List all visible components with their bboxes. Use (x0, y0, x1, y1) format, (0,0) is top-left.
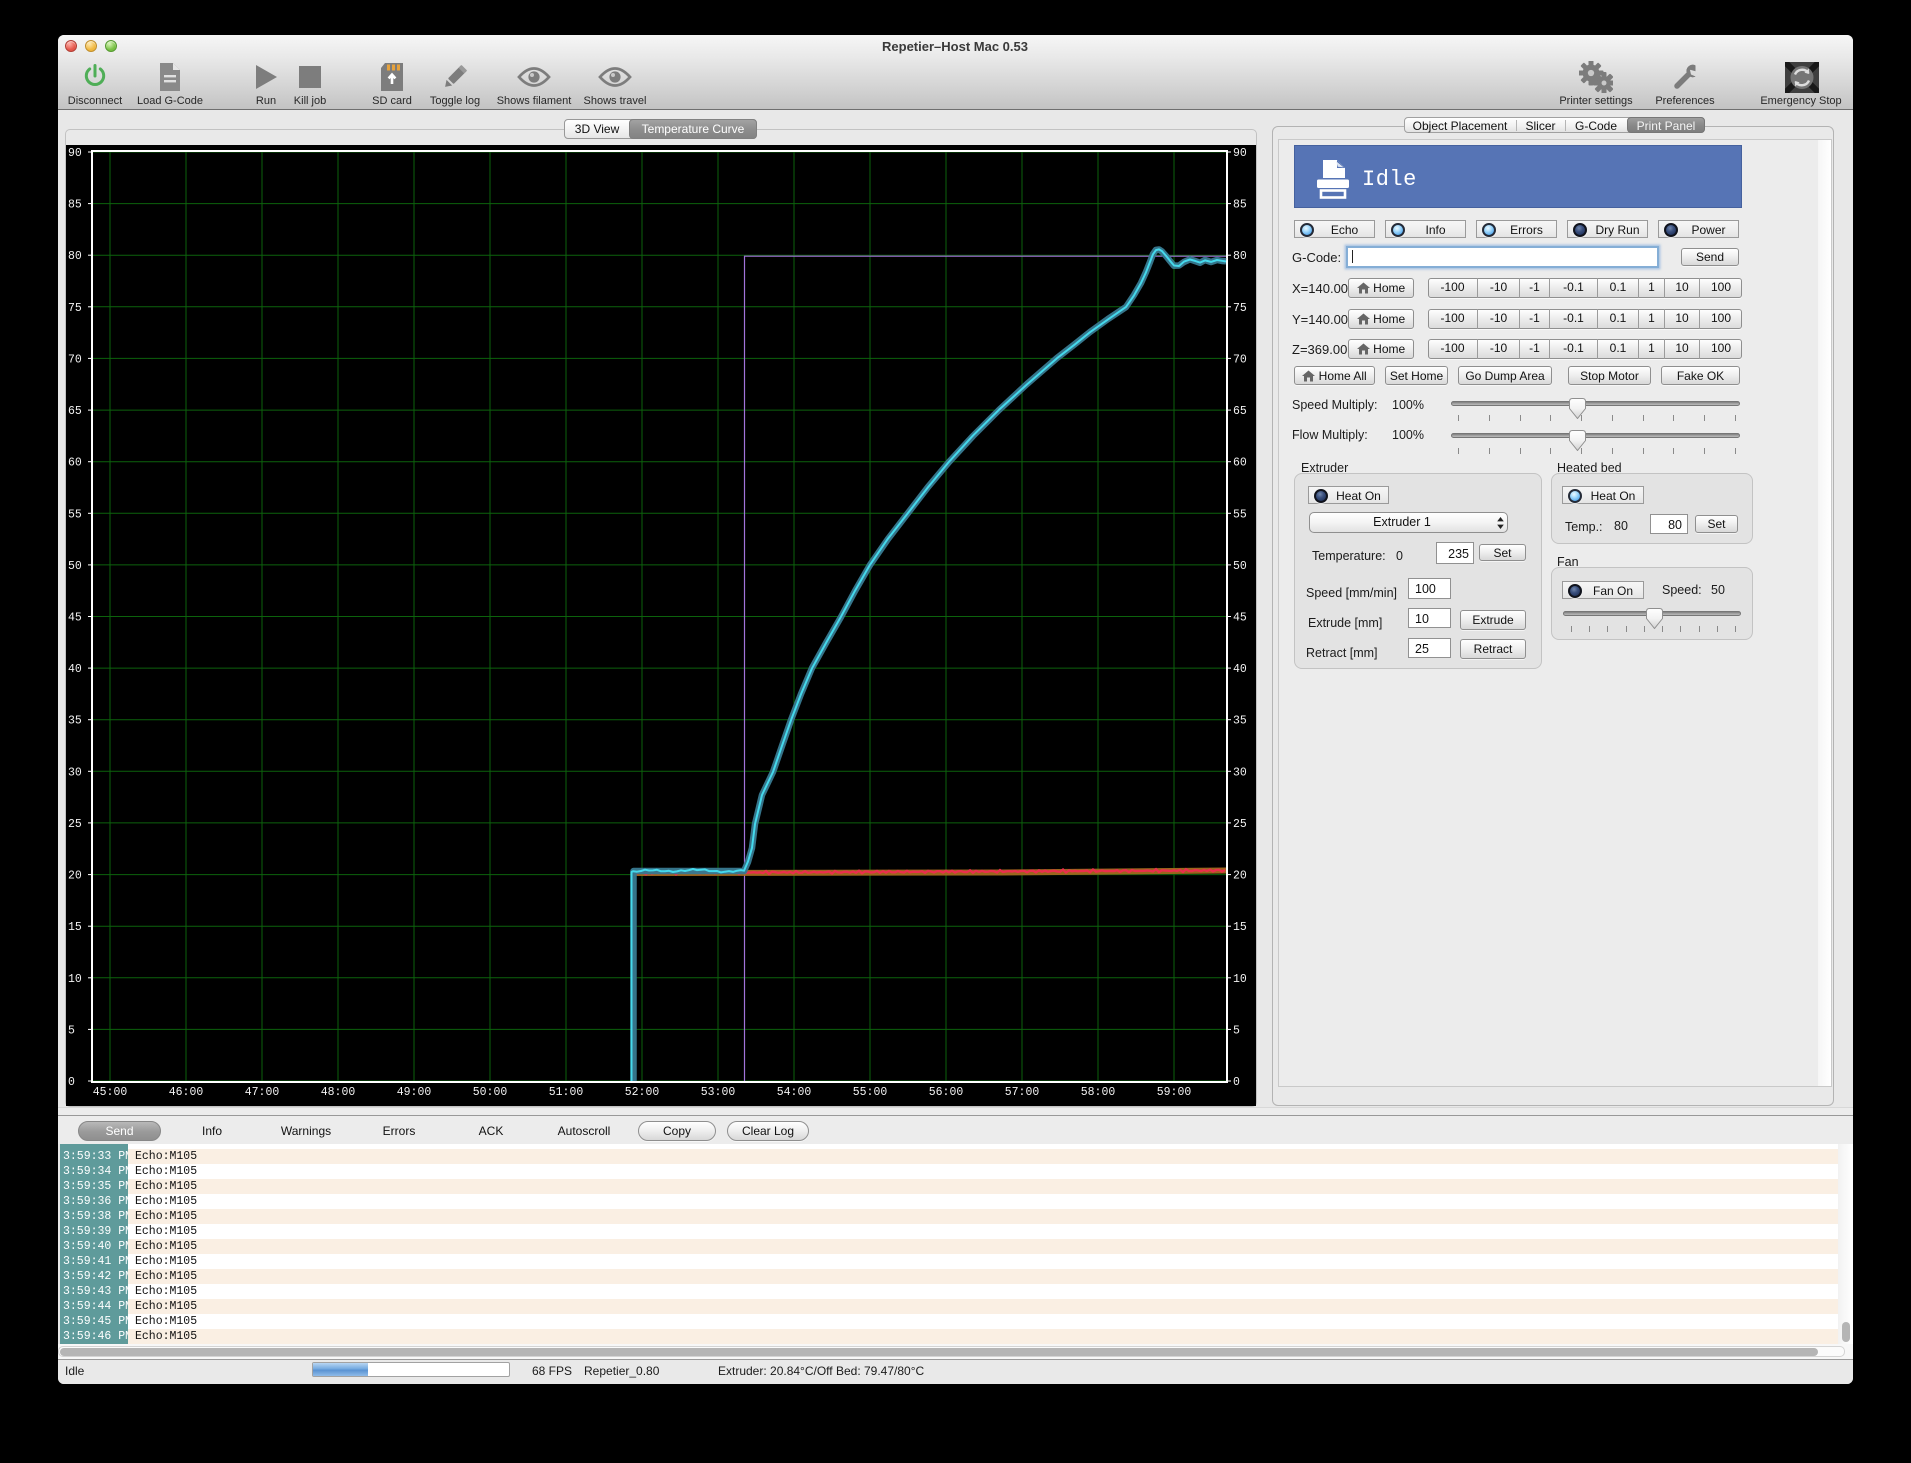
svg-text:48:00: 48:00 (321, 1086, 356, 1099)
svg-text:90: 90 (68, 147, 82, 160)
svg-text:60: 60 (1233, 457, 1247, 470)
svg-text:75: 75 (1233, 302, 1247, 315)
svg-text:65: 65 (1233, 405, 1247, 418)
svg-text:80: 80 (68, 250, 82, 263)
svg-text:85: 85 (1233, 199, 1247, 212)
svg-text:55: 55 (1233, 508, 1247, 521)
svg-text:59:00: 59:00 (1157, 1086, 1192, 1099)
svg-text:30: 30 (1233, 766, 1247, 779)
svg-text:15: 15 (1233, 921, 1247, 934)
svg-text:75: 75 (68, 302, 82, 315)
svg-text:0: 0 (1233, 1076, 1240, 1089)
svg-text:45: 45 (68, 612, 82, 625)
svg-text:57:00: 57:00 (1005, 1086, 1040, 1099)
svg-text:52:00: 52:00 (625, 1086, 660, 1099)
svg-text:25: 25 (68, 818, 82, 831)
svg-text:49:00: 49:00 (397, 1086, 432, 1099)
svg-text:50: 50 (68, 560, 82, 573)
svg-text:51:00: 51:00 (549, 1086, 584, 1099)
svg-text:58:00: 58:00 (1081, 1086, 1116, 1099)
svg-text:50: 50 (1233, 560, 1247, 573)
svg-text:45: 45 (1233, 612, 1247, 625)
svg-text:40: 40 (68, 663, 82, 676)
svg-text:55: 55 (68, 508, 82, 521)
svg-text:45:00: 45:00 (93, 1086, 128, 1099)
svg-text:10: 10 (68, 973, 82, 986)
svg-text:25: 25 (1233, 818, 1247, 831)
svg-text:50:00: 50:00 (473, 1086, 508, 1099)
svg-text:20: 20 (68, 870, 82, 883)
svg-text:35: 35 (1233, 715, 1247, 728)
svg-text:53:00: 53:00 (701, 1086, 736, 1099)
svg-text:10: 10 (1233, 973, 1247, 986)
svg-text:35: 35 (68, 715, 82, 728)
svg-text:70: 70 (68, 353, 82, 366)
svg-text:85: 85 (68, 199, 82, 212)
svg-text:65: 65 (68, 405, 82, 418)
svg-text:56:00: 56:00 (929, 1086, 964, 1099)
svg-text:5: 5 (68, 1024, 75, 1037)
svg-text:20: 20 (1233, 870, 1247, 883)
svg-text:5: 5 (1233, 1024, 1240, 1037)
svg-text:90: 90 (1233, 147, 1247, 160)
svg-text:47:00: 47:00 (245, 1086, 280, 1099)
svg-text:80: 80 (1233, 250, 1247, 263)
svg-text:46:00: 46:00 (169, 1086, 204, 1099)
svg-text:55:00: 55:00 (853, 1086, 888, 1099)
svg-text:54:00: 54:00 (777, 1086, 812, 1099)
svg-text:60: 60 (68, 457, 82, 470)
svg-text:70: 70 (1233, 353, 1247, 366)
svg-text:0: 0 (68, 1076, 75, 1089)
svg-text:40: 40 (1233, 663, 1247, 676)
svg-text:15: 15 (68, 921, 82, 934)
svg-text:30: 30 (68, 766, 82, 779)
